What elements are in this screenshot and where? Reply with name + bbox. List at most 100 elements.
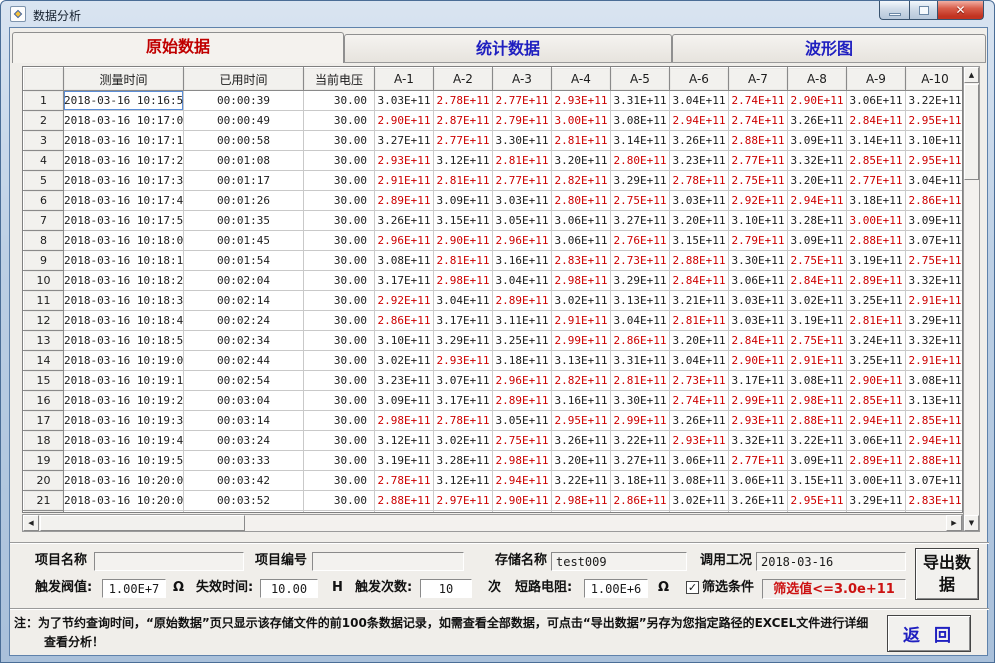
cell-a2[interactable]: 2.87E+11 <box>434 111 493 131</box>
cell-a7[interactable]: 2.74E+11 <box>729 91 788 111</box>
column-header[interactable]: A-10 <box>906 68 964 91</box>
cell-measure-time[interactable]: 2018-03-16 10:18:51 <box>64 331 184 351</box>
cell-a8[interactable]: 2.88E+11 <box>788 411 847 431</box>
cell-a8[interactable]: 2.98E+11 <box>788 391 847 411</box>
cell-a8[interactable]: 2.84E+11 <box>788 271 847 291</box>
cell-a4[interactable]: 2.93E+11 <box>552 91 611 111</box>
cell-a8[interactable]: 3.28E+11 <box>788 211 847 231</box>
cell-a2[interactable]: 2.78E+11 <box>434 411 493 431</box>
scroll-right-button[interactable]: ▶ <box>946 515 962 531</box>
cell-a10[interactable]: 3.07E+11 <box>906 471 964 491</box>
cell-a3[interactable]: 2.96E+11 <box>493 371 552 391</box>
cell-a6[interactable]: 3.04E+11 <box>670 351 729 371</box>
cell-a6[interactable]: 3.02E+11 <box>670 491 729 511</box>
cell-a5[interactable]: 2.81E+11 <box>611 371 670 391</box>
cell-a7[interactable]: 2.79E+11 <box>729 231 788 251</box>
cell-a3[interactable]: 3.25E+11 <box>493 331 552 351</box>
cell-a6[interactable]: 3.03E+11 <box>670 191 729 211</box>
cell-a9[interactable]: 3.25E+11 <box>847 351 906 371</box>
storage-name-input[interactable] <box>551 552 687 571</box>
cell-a1[interactable]: 3.02E+11 <box>375 351 434 371</box>
cell-a6[interactable]: 2.74E+11 <box>670 391 729 411</box>
cell-measure-time[interactable]: 2018-03-16 10:20:09 <box>64 491 184 511</box>
cell-a7[interactable]: 2.77E+11 <box>729 151 788 171</box>
row-number[interactable]: 14 <box>24 351 64 371</box>
scroll-down-button[interactable]: ▼ <box>964 515 979 531</box>
scroll-left-button[interactable]: ◀ <box>23 515 39 531</box>
cell-elapsed-time[interactable]: 00:00:39 <box>184 91 304 111</box>
cell-a5[interactable]: 2.75E+11 <box>611 191 670 211</box>
cell-a4[interactable]: 3.13E+11 <box>552 351 611 371</box>
cell-a9[interactable]: 3.19E+11 <box>847 251 906 271</box>
cell-a1[interactable]: 2.88E+11 <box>375 491 434 511</box>
cell-measure-time[interactable]: 2018-03-16 10:17:53 <box>64 211 184 231</box>
row-number[interactable]: 2 <box>24 111 64 131</box>
column-header[interactable]: 当前电压 <box>304 68 375 91</box>
row-number[interactable]: 1 <box>24 91 64 111</box>
row-number[interactable]: 17 <box>24 411 64 431</box>
cell-voltage[interactable]: 30.00 <box>304 231 375 251</box>
row-number[interactable]: 9 <box>24 251 64 271</box>
cell-a9[interactable]: 2.89E+11 <box>847 271 906 291</box>
cell-measure-time[interactable]: 2018-03-16 10:18:31 <box>64 291 184 311</box>
cell-a7[interactable]: 2.90E+11 <box>729 351 788 371</box>
cell-a2[interactable]: 3.12E+11 <box>434 151 493 171</box>
cell-a2[interactable]: 2.98E+11 <box>434 271 493 291</box>
cell-measure-time[interactable]: 2018-03-16 10:19:41 <box>64 431 184 451</box>
cell-a10[interactable]: 2.95E+11 <box>906 151 964 171</box>
cell-a1[interactable]: 2.78E+11 <box>375 471 434 491</box>
cell-a5[interactable]: 3.30E+11 <box>611 391 670 411</box>
cell-a1[interactable]: 3.23E+11 <box>375 371 434 391</box>
cell-voltage[interactable]: 30.00 <box>304 431 375 451</box>
cell-elapsed-time[interactable]: 00:02:24 <box>184 311 304 331</box>
cell-measure-time[interactable]: 2018-03-16 10:18:02 <box>64 231 184 251</box>
row-number[interactable]: 3 <box>24 131 64 151</box>
row-number[interactable]: 6 <box>24 191 64 211</box>
cell-a7[interactable]: 3.32E+11 <box>729 431 788 451</box>
trigger-threshold-input[interactable] <box>102 579 166 598</box>
cell-a5[interactable]: 2.76E+11 <box>611 231 670 251</box>
cell-a3[interactable]: 3.30E+11 <box>493 131 552 151</box>
cell-a3[interactable]: 3.03E+11 <box>493 191 552 211</box>
cell-a10[interactable]: 3.04E+11 <box>906 171 964 191</box>
cell-voltage[interactable]: 30.00 <box>304 331 375 351</box>
cell-a2[interactable]: 3.04E+11 <box>434 291 493 311</box>
cell-a10[interactable]: 3.13E+11 <box>906 391 964 411</box>
cell-a5[interactable]: 2.73E+11 <box>611 251 670 271</box>
cell-elapsed-time[interactable]: 00:01:26 <box>184 191 304 211</box>
cell-a4[interactable]: 2.98E+11 <box>552 491 611 511</box>
cell-voltage[interactable]: 30.00 <box>304 111 375 131</box>
cell-a5[interactable]: 2.99E+11 <box>611 411 670 431</box>
row-number[interactable]: 15 <box>24 371 64 391</box>
cell-a1[interactable]: 3.03E+11 <box>375 91 434 111</box>
cell-a5[interactable]: 3.29E+11 <box>611 271 670 291</box>
cell-a3[interactable]: 2.89E+11 <box>493 391 552 411</box>
cell-a3[interactable]: 3.16E+11 <box>493 251 552 271</box>
cell-a10[interactable]: 3.10E+11 <box>906 131 964 151</box>
cell-elapsed-time[interactable]: 00:02:14 <box>184 291 304 311</box>
cell-a5[interactable]: 3.13E+11 <box>611 291 670 311</box>
cell-a6[interactable]: 2.94E+11 <box>670 111 729 131</box>
maximize-button[interactable] <box>909 1 938 20</box>
cell-a3[interactable]: 2.89E+11 <box>493 291 552 311</box>
cell-a7[interactable]: 3.30E+11 <box>729 251 788 271</box>
cell-a10[interactable]: 2.91E+11 <box>906 291 964 311</box>
cell-a7[interactable]: 3.06E+11 <box>729 271 788 291</box>
cell-a2[interactable]: 3.09E+11 <box>434 191 493 211</box>
cell-a4[interactable]: 3.16E+11 <box>552 391 611 411</box>
cell-a10[interactable]: 3.32E+11 <box>906 271 964 291</box>
cell-a4[interactable]: 3.20E+11 <box>552 451 611 471</box>
cell-voltage[interactable]: 30.00 <box>304 131 375 151</box>
cell-voltage[interactable]: 30.00 <box>304 451 375 471</box>
cell-a4[interactable]: 2.99E+11 <box>552 331 611 351</box>
vertical-scroll-thumb[interactable] <box>964 84 979 180</box>
cell-voltage[interactable]: 30.00 <box>304 471 375 491</box>
cell-elapsed-time[interactable]: 00:01:54 <box>184 251 304 271</box>
cell-a2[interactable]: 2.81E+11 <box>434 171 493 191</box>
cell-a3[interactable]: 3.18E+11 <box>493 351 552 371</box>
cell-elapsed-time[interactable]: 00:03:33 <box>184 451 304 471</box>
horizontal-scroll-thumb[interactable] <box>40 515 245 531</box>
cell-a7[interactable]: 2.93E+11 <box>729 411 788 431</box>
cell-voltage[interactable]: 30.00 <box>304 211 375 231</box>
cell-a7[interactable]: 2.88E+11 <box>729 131 788 151</box>
